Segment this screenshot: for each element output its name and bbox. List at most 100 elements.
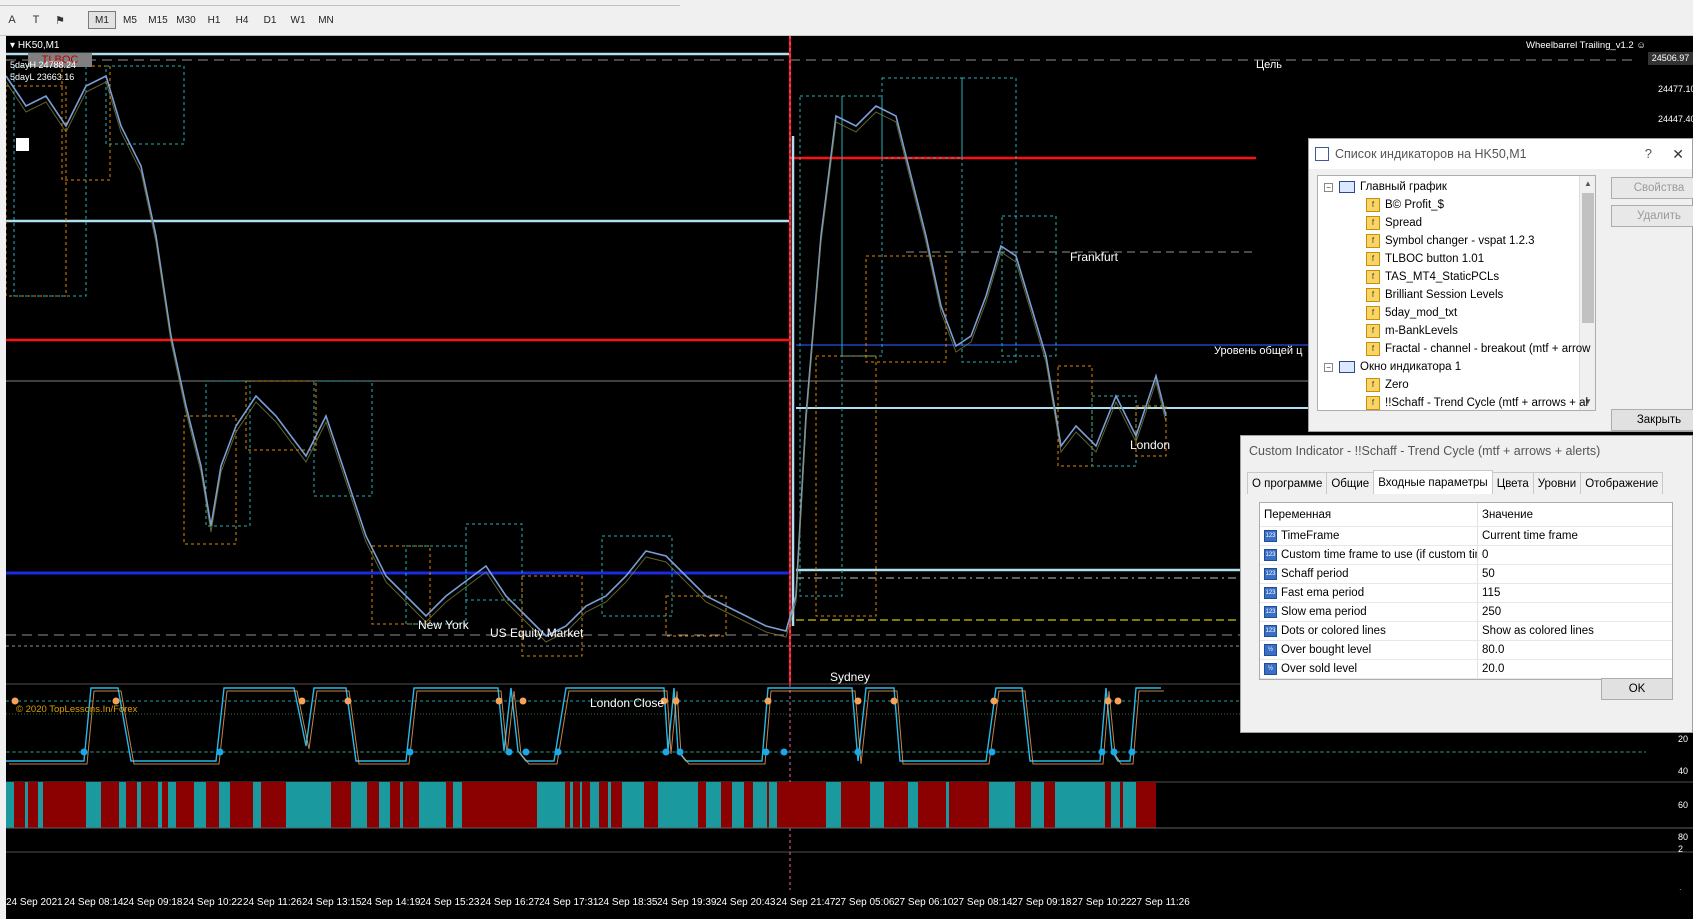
param-name-cell: 123 Slow ema period (1260, 603, 1478, 621)
cyan-session-box (881, 77, 963, 159)
osc-dot-blue (406, 748, 414, 756)
price-label-1: 24506.97 (1648, 52, 1693, 65)
flag-tool-icon[interactable]: ⚑ (50, 11, 70, 29)
delete-button[interactable]: Удалить (1611, 205, 1693, 227)
param-value[interactable]: Current time frame (1478, 527, 1672, 545)
param-value[interactable]: Show as colored lines (1478, 622, 1672, 640)
tab-0[interactable]: О программе (1247, 472, 1328, 494)
param-row[interactable]: 123 Custom time frame to use (if custom t… (1260, 546, 1672, 565)
tree-item[interactable]: f B© Profit_$ (1366, 196, 1444, 214)
histogram-bar (599, 782, 608, 828)
histogram-bar (851, 782, 864, 828)
tab-5[interactable]: Отображение (1580, 472, 1664, 494)
param-value[interactable]: 250 (1478, 603, 1672, 621)
chart-window-icon (1339, 181, 1355, 193)
cyan-session-box (465, 523, 523, 601)
histogram-bar (319, 782, 331, 828)
param-value[interactable]: 80.0 (1478, 641, 1672, 659)
param-value[interactable]: 0 (1478, 546, 1672, 564)
histogram-bar (529, 782, 537, 828)
time-label: 24 Sep 20:43 (716, 897, 776, 908)
time-label: 24 Sep 14:19 (361, 897, 421, 908)
timeframe-m15-button[interactable]: M15 (144, 11, 172, 29)
tree-item[interactable]: f !!Schaff - Trend Cycle (mtf + arrows + … (1366, 394, 1588, 410)
time-axis: 24 Sep 2021 24 Sep 08:14 24 Sep 09:18 24 Se… (6, 890, 1693, 919)
properties-button[interactable]: Свойства (1611, 177, 1693, 199)
tree-item[interactable]: f Zero (1366, 376, 1409, 394)
text-label-tool-icon[interactable]: T (26, 11, 46, 29)
param-value[interactable]: 20.0 (1478, 660, 1672, 678)
tree-item-label: Symbol changer - vspat 1.2.3 (1385, 235, 1535, 247)
param-value[interactable]: 50 (1478, 565, 1672, 583)
timeframe-d1-button[interactable]: D1 (256, 11, 284, 29)
tab-2[interactable]: Входные параметры (1373, 470, 1493, 494)
tree-item[interactable]: f Fractal - channel - breakout (mtf + arr… (1366, 340, 1590, 358)
indicator-tree: ▲ ▼ − Главный график f B© Profit_$ f Spread f S… (1317, 175, 1596, 411)
timeframe-mn-button[interactable]: MN (312, 11, 340, 29)
text-tool-icon[interactable]: A (2, 11, 22, 29)
scroll-thumb[interactable] (1582, 193, 1594, 323)
tree-item[interactable]: f TLBOC button 1.01 (1366, 250, 1484, 268)
cyan-session-box (601, 535, 673, 617)
param-name-cell: 123 Dots or colored lines (1260, 622, 1478, 640)
tree-item[interactable]: f Brilliant Session Levels (1366, 286, 1503, 304)
close-list-button[interactable]: Закрыть (1611, 409, 1693, 431)
histogram-bar (788, 782, 799, 828)
param-name: Over sold level (1281, 663, 1358, 675)
time-label: 24 Sep 13:15 (302, 897, 362, 908)
param-row[interactable]: 123 Schaff period 50 (1260, 565, 1672, 584)
param-row[interactable]: 123 Slow ema period 250 (1260, 603, 1672, 622)
help-icon[interactable]: ? (1645, 139, 1652, 169)
tree-scrollbar[interactable]: ▲ ▼ (1579, 176, 1595, 410)
tree-item[interactable]: f 5day_mod_txt (1366, 304, 1457, 322)
symbol-text: HK50,M1 (17, 40, 60, 51)
histogram-bar (462, 782, 475, 828)
histogram-bar (245, 782, 253, 828)
histogram-bar (830, 782, 835, 828)
window-icon (1315, 147, 1329, 161)
histogram-bar (902, 782, 908, 828)
param-value[interactable]: 115 (1478, 584, 1672, 602)
histogram-bar (14, 782, 17, 828)
param-row[interactable]: 123 TimeFrame Current time frame (1260, 527, 1672, 546)
osc-dot-orange (890, 697, 898, 705)
timeframe-m5-button[interactable]: M5 (116, 11, 144, 29)
collapse-icon[interactable]: − (1324, 362, 1333, 372)
timeframe-m30-button[interactable]: M30 (172, 11, 200, 29)
close-icon[interactable]: ✕ (1672, 139, 1684, 169)
param-row[interactable]: 123 Fast ema period 115 (1260, 584, 1672, 603)
tree-item[interactable]: f TAS_MT4_StaticPCLs (1366, 268, 1499, 286)
histogram-bar (403, 782, 417, 828)
histogram-bar (1105, 782, 1111, 828)
timeframe-w1-button[interactable]: W1 (284, 11, 312, 29)
timeframe-m1-button[interactable]: M1 (88, 11, 116, 29)
tree-item[interactable]: f Spread (1366, 214, 1422, 232)
timeframe-h1-button[interactable]: H1 (200, 11, 228, 29)
tree-group[interactable]: − Главный график (1324, 178, 1447, 196)
fiveday-high: 5dayH 24788.24 (10, 60, 77, 70)
collapse-icon[interactable]: − (1324, 182, 1333, 192)
histogram-bar (1028, 782, 1031, 828)
tree-item-label: Spread (1385, 217, 1423, 229)
param-type-icon: ½ (1264, 663, 1277, 675)
histogram-bar (971, 782, 977, 828)
histogram-bar (887, 782, 895, 828)
tree-item[interactable]: f Symbol changer - vspat 1.2.3 (1366, 232, 1535, 250)
param-row[interactable]: 123 Dots or colored lines Show as colored … (1260, 622, 1672, 641)
histogram-bar (38, 782, 43, 828)
scroll-up-icon[interactable]: ▲ (1580, 176, 1595, 192)
indicator-icon: f (1366, 270, 1380, 284)
tree-item[interactable]: f m-BankLevels (1366, 322, 1458, 340)
osc-dot-blue (780, 748, 788, 756)
param-row[interactable]: ½ Over bought level 80.0 (1260, 641, 1672, 660)
param-row[interactable]: ½ Over sold level 20.0 (1260, 660, 1672, 679)
orange-session-box (815, 355, 877, 617)
tab-4[interactable]: Уровни (1532, 472, 1582, 494)
tree-group[interactable]: − Окно индикатора 1 (1324, 358, 1461, 376)
timeframe-h4-button[interactable]: H4 (228, 11, 256, 29)
indicator-list-titlebar: Список индикаторов на HK50,M1 ? ✕ (1309, 139, 1692, 169)
tab-1[interactable]: Общие (1326, 472, 1375, 494)
cyan-session-box (841, 95, 883, 357)
ok-button[interactable]: OK (1601, 678, 1673, 700)
tab-3[interactable]: Цвета (1491, 472, 1534, 494)
